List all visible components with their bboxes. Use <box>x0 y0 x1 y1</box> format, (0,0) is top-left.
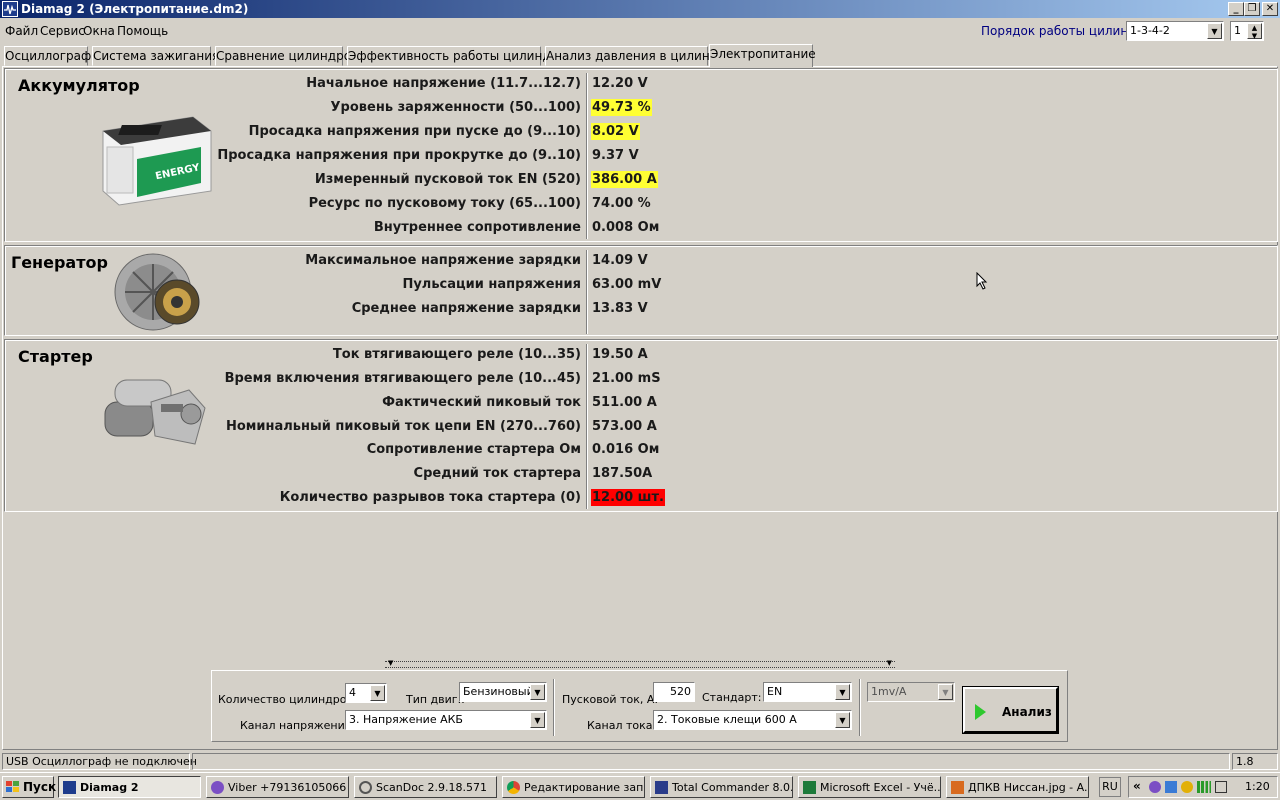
restore-button[interactable]: ❐ <box>1244 2 1260 16</box>
clock: 1:20 <box>1245 780 1270 793</box>
chevron-down-icon[interactable]: ▼ <box>530 684 545 700</box>
status-connection: USB Осциллограф не подключен <box>2 753 197 770</box>
tab-cylinder-efficiency[interactable]: Эффективность работы цилиндров <box>347 46 573 66</box>
voltage-channel-select[interactable]: 3. Напряжение АКБ ▼ <box>345 710 547 730</box>
voltage-channel-label: Канал напряжения: <box>240 719 356 732</box>
tab-ignition[interactable]: Система зажигания <box>92 46 219 66</box>
users-icon[interactable] <box>1181 781 1193 793</box>
standard-select[interactable]: EN ▼ <box>763 682 852 702</box>
menu-service[interactable]: Сервис <box>40 24 85 38</box>
cylinder-count-select[interactable]: 4 ▼ <box>345 683 387 703</box>
diamag-icon <box>63 781 76 794</box>
window-title: Diamag 2 (Электропитание.dm2) <box>21 2 249 16</box>
analyze-button[interactable]: Анализ <box>962 686 1059 734</box>
tab-pressure-analysis[interactable]: Анализ давления в цилиндре <box>545 46 733 66</box>
chevron-down-icon[interactable]: ▼ <box>530 712 545 728</box>
steering-wheel-icon <box>359 781 372 794</box>
menu-help[interactable]: Помощь <box>117 24 168 38</box>
generator-row: Среднее напряжение зарядки 13.83 V <box>351 301 648 316</box>
task-browser[interactable]: Редактирование зап... <box>502 776 645 798</box>
starter-row: Номинальный пиковый ток цепи EN (270...7… <box>225 419 657 434</box>
signal-icon[interactable] <box>1197 781 1211 793</box>
tray-expand-icon[interactable]: « <box>1133 779 1141 793</box>
viber-tray-icon[interactable] <box>1149 781 1161 793</box>
excel-icon <box>803 781 816 794</box>
starter-row: Количество разрывов тока стартера (0) 12.… <box>279 489 665 506</box>
tab-power-supply[interactable]: Электропитание <box>709 44 816 67</box>
battery-row: Просадка напряжения при прокрутке до (9.… <box>217 148 639 163</box>
battery-row: Ресурс по пусковому току (65...100) 74.00… <box>308 196 651 211</box>
menu-file[interactable]: Файл <box>5 24 38 38</box>
taskbar: Пуск Diamag 2 Viber +79136105066 ScanDoc… <box>0 772 1280 800</box>
starter-row: Фактический пиковый ток 511.00 A <box>382 395 657 410</box>
standard-label: Стандарт: <box>702 691 762 704</box>
start-current-input[interactable]: 520 <box>653 682 695 702</box>
task-image-viewer[interactable]: ДПКВ Ниссан.jpg - A... <box>946 776 1089 798</box>
triangle-down-icon: ▼ <box>388 659 394 667</box>
chrome-icon <box>507 781 520 794</box>
chevron-down-icon[interactable]: ▼ <box>835 712 850 728</box>
current-channel-select[interactable]: 2. Токовые клещи 600 А ▼ <box>653 710 852 730</box>
chevron-down-icon[interactable]: ▼ <box>370 685 385 701</box>
spin-arrows-icon[interactable]: ▲ ▼ <box>1247 23 1262 40</box>
task-total-commander[interactable]: Total Commander 8.0... <box>650 776 793 798</box>
starter-row: Ток втягивающего реле (10...35) 19.50 A <box>332 347 648 362</box>
mouse-cursor-icon <box>976 271 988 293</box>
chevron-down-icon[interactable]: ▼ <box>1207 23 1222 39</box>
starter-group: Стартер Ток втягивающего реле (10...35) 1… <box>4 339 1278 512</box>
tab-oscillograph[interactable]: Осциллограф <box>4 46 91 66</box>
task-excel[interactable]: Microsoft Excel - Учё... <box>798 776 941 798</box>
cylinder-order-select[interactable]: 1-3-4-2 ▼ <box>1126 21 1224 41</box>
task-scandoc[interactable]: ScanDoc 2.9.18.571 <box>354 776 497 798</box>
close-button[interactable]: ✕ <box>1262 2 1278 16</box>
tab-cylinder-compare[interactable]: Сравнение цилиндров <box>215 46 358 66</box>
battery-group: Аккумулятор ENERGY Начальное напряжение … <box>4 68 1278 242</box>
cylinder-spin[interactable]: 1 ▲ ▼ <box>1230 21 1264 41</box>
start-button[interactable]: Пуск <box>2 776 56 798</box>
monitor-icon[interactable] <box>1215 781 1227 793</box>
starter-row: Время включения втягивающего реле (10...… <box>224 371 661 386</box>
chevron-down-icon[interactable]: ▼ <box>938 684 953 700</box>
cylinder-count-label: Количество цилиндров: <box>218 693 357 706</box>
title-bar: Diamag 2 (Электропитание.dm2) _ ❐ ✕ <box>0 0 1280 18</box>
start-current-label: Пусковой ток, А: <box>562 693 659 706</box>
generator-row: Максимальное напряжение зарядки 14.09 V <box>305 253 648 268</box>
engine-type-label: Тип двиг.: <box>406 693 465 706</box>
battery-row: Измеренный пусковой ток EN (520) 386.00 A <box>314 171 658 188</box>
floppy-icon <box>655 781 668 794</box>
status-middle <box>192 753 1230 770</box>
chevron-down-icon[interactable]: ▼ <box>835 684 850 700</box>
system-tray: « 1:20 <box>1128 776 1278 798</box>
image-viewer-icon <box>951 781 964 794</box>
battery-row: Уровень заряженности (50...100) 49.73 % <box>330 99 652 116</box>
separator <box>553 679 555 736</box>
task-diamag[interactable]: Diamag 2 <box>58 776 201 798</box>
generator-row: Пульсации напряжения 63.00 mV <box>402 277 662 292</box>
status-bar: USB Осциллограф не подключен 1.8 <box>0 752 1280 770</box>
triangle-down-icon: ▼ <box>886 659 892 667</box>
battery-row: Просадка напряжения при пуске до (9...10… <box>248 123 640 140</box>
minimize-button[interactable]: _ <box>1228 2 1244 16</box>
task-viber[interactable]: Viber +79136105066 <box>206 776 349 798</box>
engine-type-select[interactable]: Бензиновый ▼ <box>459 682 547 702</box>
current-channel-label: Канал тока: <box>587 719 657 732</box>
play-icon <box>975 704 986 720</box>
panel-splitter[interactable]: ▼ ▼ <box>385 659 895 668</box>
battery-row: Начальное напряжение (11.7...12.7) 12.20 … <box>306 76 648 91</box>
windows-logo-icon <box>6 781 19 792</box>
separator <box>859 679 861 736</box>
app-icon[interactable] <box>2 1 18 17</box>
starter-row: Средний ток стартера 187.50A <box>413 466 653 481</box>
viber-icon <box>211 781 224 794</box>
generator-group: Генератор Максимальное напряжение зарядк… <box>4 245 1278 336</box>
starter-row: Сопротивление стартера Ом 0.016 Ом <box>366 442 660 457</box>
battery-row: Внутреннее сопротивление 0.008 Ом <box>373 220 660 235</box>
network-icon[interactable] <box>1165 781 1177 793</box>
language-indicator[interactable]: RU <box>1099 777 1121 797</box>
scale-select[interactable]: 1mv/A ▼ <box>867 682 955 702</box>
status-version: 1.8 <box>1232 753 1278 770</box>
menu-windows[interactable]: Окна <box>83 24 115 38</box>
